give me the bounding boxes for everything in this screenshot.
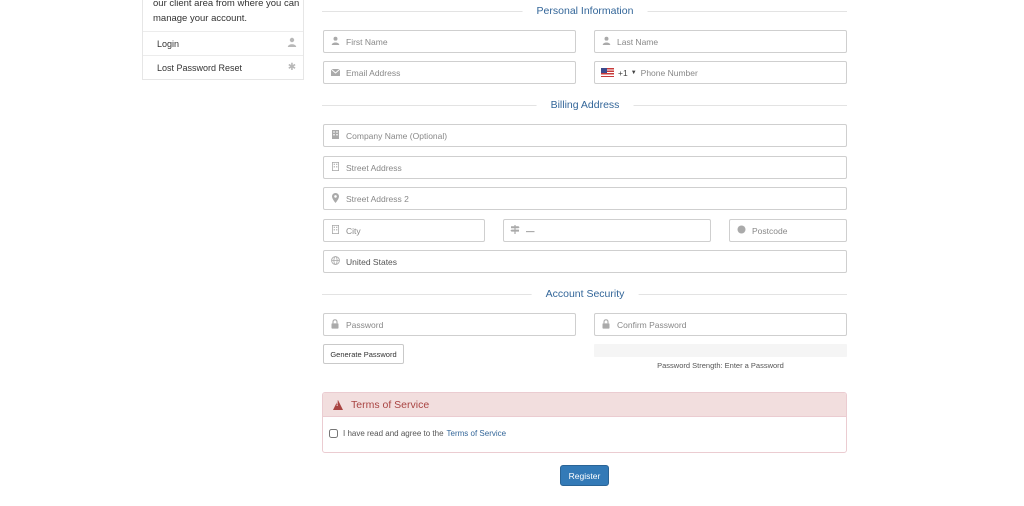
password-field[interactable]: [323, 313, 576, 336]
password-strength-bar: [594, 344, 847, 357]
street-address-field[interactable]: [323, 156, 847, 179]
confirm-password-input[interactable]: [617, 314, 846, 335]
terms-panel: Terms of Service I have read and agree t…: [322, 392, 847, 453]
map-marker-icon: [324, 192, 346, 205]
phone-input[interactable]: [640, 62, 846, 83]
last-name-input[interactable]: [617, 31, 846, 52]
street-address-2-input[interactable]: [346, 188, 846, 209]
accept-terms-checkbox[interactable]: [329, 429, 338, 438]
building-icon: [324, 225, 346, 236]
password-strength-text: Password Strength: Enter a Password: [657, 361, 784, 370]
sidebar-item-label: Lost Password Reset: [157, 62, 243, 73]
circle-icon: [730, 225, 752, 236]
email-input[interactable]: [346, 62, 575, 83]
company-input[interactable]: [346, 125, 846, 146]
signpost-icon: [504, 225, 526, 236]
terms-panel-header: Terms of Service: [323, 393, 846, 417]
lock-icon: [595, 318, 617, 331]
street-address-2-field[interactable]: [323, 187, 847, 210]
asterisk-icon: ✱: [287, 62, 297, 73]
sidebar-panel: our client area from where you can manag…: [142, 0, 304, 80]
street-address-input[interactable]: [346, 157, 846, 178]
state-value: —: [526, 225, 535, 236]
country-select[interactable]: United States: [323, 250, 847, 273]
postcode-input[interactable]: [752, 220, 863, 241]
warning-icon: [333, 399, 343, 410]
user-icon: [324, 36, 346, 47]
register-button[interactable]: Register: [560, 465, 609, 486]
terms-of-service-link[interactable]: Terms of Service: [447, 429, 507, 438]
lock-icon: [324, 318, 346, 331]
terms-agree-row: I have read and agree to the Terms of Se…: [323, 417, 846, 438]
terms-title: Terms of Service: [351, 398, 430, 411]
envelope-icon: [324, 68, 346, 78]
email-field[interactable]: [323, 61, 576, 84]
city-input[interactable]: [346, 220, 484, 241]
first-name-input[interactable]: [346, 31, 575, 52]
city-field[interactable]: [323, 219, 485, 242]
country-value: United States: [346, 256, 398, 267]
building-icon: [324, 130, 346, 141]
building-icon: [324, 162, 346, 173]
sidebar-item-login[interactable]: Login: [143, 31, 303, 55]
last-name-field[interactable]: [594, 30, 847, 53]
password-input[interactable]: [346, 314, 575, 335]
country-dial-code[interactable]: +1: [618, 68, 628, 78]
sidebar-item-lost-password[interactable]: Lost Password Reset ✱: [143, 55, 303, 79]
user-icon: [595, 36, 617, 47]
section-title-personal: Personal Information: [522, 5, 648, 17]
section-title-security: Account Security: [531, 288, 639, 300]
generate-password-button[interactable]: Generate Password: [323, 344, 404, 364]
chevron-down-icon[interactable]: ▼: [631, 70, 637, 76]
us-flag-icon[interactable]: [601, 68, 614, 77]
globe-icon: [324, 256, 346, 267]
sidebar-item-label: Login: [157, 38, 180, 49]
user-icon: [281, 37, 303, 50]
sidebar-intro-text: our client area from where you can manag…: [153, 0, 300, 24]
first-name-field[interactable]: [323, 30, 576, 53]
confirm-password-field[interactable]: [594, 313, 847, 336]
state-select[interactable]: —: [503, 219, 711, 242]
company-field[interactable]: [323, 124, 847, 147]
accept-terms-label[interactable]: I have read and agree to the: [343, 429, 444, 438]
postcode-field[interactable]: [729, 219, 863, 242]
section-title-billing: Billing Address: [536, 99, 634, 111]
phone-field[interactable]: +1 ▼: [594, 61, 847, 84]
